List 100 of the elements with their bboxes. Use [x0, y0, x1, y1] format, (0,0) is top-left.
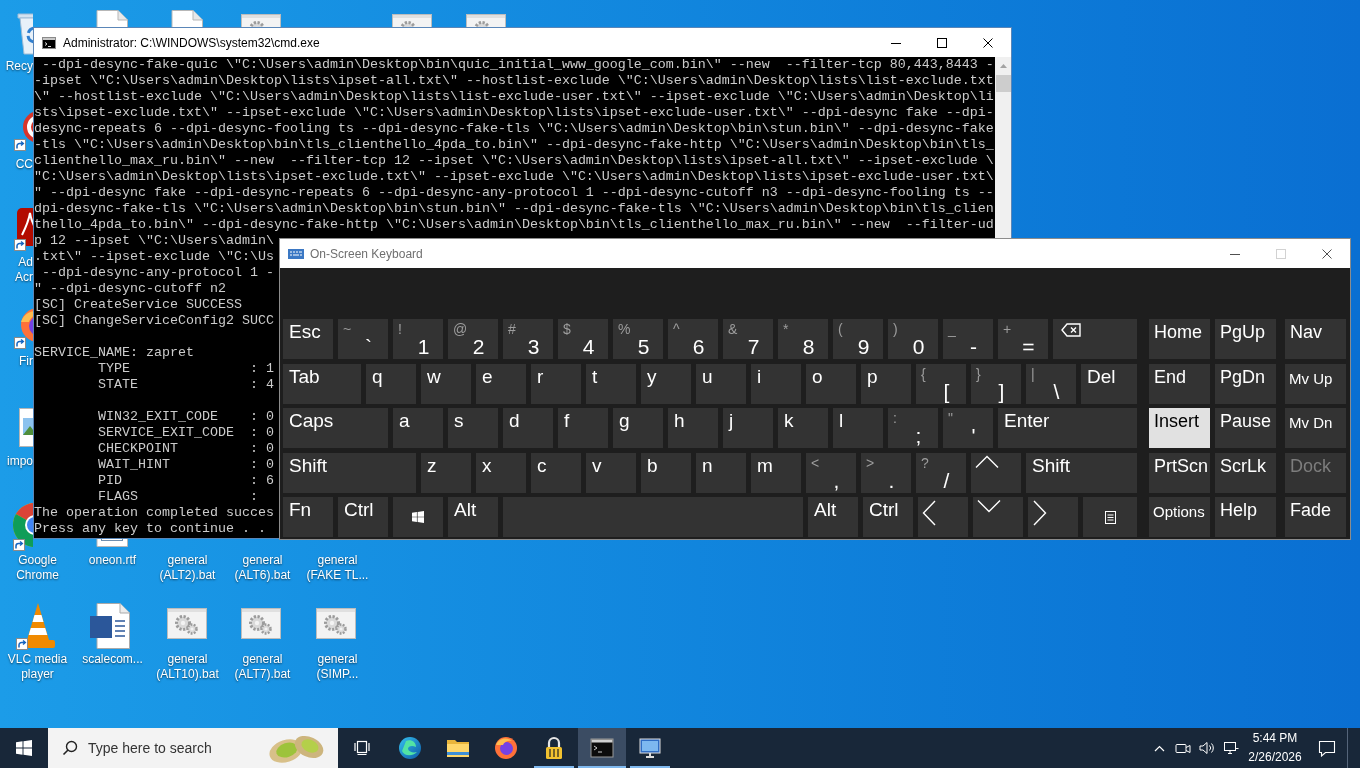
keyboard-key[interactable]: r: [531, 363, 581, 404]
keyboard-key[interactable]: b: [641, 452, 691, 493]
keyboard-key[interactable]: | \: [1026, 363, 1076, 404]
keyboard-key[interactable]: ) 0: [888, 319, 938, 359]
chevron-right-icon: [1033, 500, 1047, 526]
keyboard-key[interactable]: Nav: [1285, 319, 1346, 359]
keyboard-key[interactable]: Tab: [283, 363, 361, 404]
keyboard-key[interactable]: e: [476, 363, 526, 404]
keyboard-key[interactable]: + =: [998, 319, 1048, 359]
keyboard-key[interactable]: Home: [1149, 319, 1210, 359]
keyboard-key[interactable]: > .: [861, 452, 911, 493]
keyboard-key[interactable]: Options: [1149, 497, 1210, 537]
maximize-icon: [1276, 248, 1286, 259]
keyboard-key[interactable]: n: [696, 452, 746, 493]
keyboard-key[interactable]: i: [751, 363, 801, 404]
keyboard-key[interactable]: h: [668, 408, 718, 448]
search-field[interactable]: Type here to search: [88, 736, 253, 760]
keyboard-key[interactable]: u: [696, 363, 746, 404]
keyboard-key[interactable]: [971, 452, 1021, 493]
keyboard-key[interactable]: PrtScn: [1149, 452, 1210, 493]
keyboard-key[interactable]: Esc: [283, 319, 333, 359]
keyboard-key[interactable]: j: [723, 408, 773, 448]
document-icon[interactable]: [171, 10, 203, 27]
keyboard-key[interactable]: ^ 6: [668, 319, 718, 359]
keyboard-key[interactable]: f: [558, 408, 608, 448]
keyboard-key[interactable]: % 5: [613, 319, 663, 359]
keyboard-key[interactable]: [973, 497, 1023, 537]
keyboard-key[interactable]: [918, 497, 968, 537]
keyboard-key[interactable]: q: [366, 363, 416, 404]
close-icon: [1322, 248, 1332, 259]
keyboard-key[interactable]: Alt: [448, 497, 498, 537]
keyboard-key[interactable]: $ 4: [558, 319, 608, 359]
console-line: --dpi-desync-fake-quic \"C:\Users\admin\Desktop\bin\quic_initial_www_google_com.bin\" --new --filter-tcp 80,443,8443 -: [42, 57, 994, 72]
keyboard-key[interactable]: Fade: [1285, 497, 1346, 537]
keyboard-key[interactable]: Alt: [808, 497, 858, 537]
keyboard-key[interactable]: _ -: [943, 319, 993, 359]
console-line: STATE : 4: [98, 377, 274, 392]
keyboard-key[interactable]: End: [1149, 363, 1210, 404]
keyboard-key[interactable]: [1053, 319, 1137, 359]
keyboard-key[interactable]: : ;: [888, 408, 938, 448]
keyboard-key[interactable]: d: [503, 408, 553, 448]
keyboard-key[interactable]: " ': [943, 408, 993, 448]
keyboard-key[interactable]: [1083, 497, 1137, 537]
keyboard-key[interactable]: g: [613, 408, 663, 448]
keyboard-key[interactable]: [393, 497, 443, 537]
keyboard-key[interactable]: & 7: [723, 319, 773, 359]
keyboard-key[interactable]: ScrLk: [1215, 452, 1276, 493]
keyboard-key[interactable]: Enter: [998, 408, 1137, 448]
keyboard-key[interactable]: * 8: [778, 319, 828, 359]
search-box[interactable]: Type here to search: [48, 728, 338, 768]
keyboard-key[interactable]: Fn: [283, 497, 333, 537]
keyboard-key[interactable]: Shift: [1026, 452, 1137, 493]
globe-flame-icon: [494, 736, 518, 760]
keyboard-key[interactable]: l: [833, 408, 883, 448]
clock-button[interactable]: 5:44 PM 2/26/2026: [1243, 728, 1307, 768]
document-icon[interactable]: [88, 602, 132, 650]
keyboard-key[interactable]: z: [421, 452, 471, 493]
speaker-icon: [1199, 740, 1215, 756]
keyboard-key[interactable]: Insert: [1149, 408, 1210, 448]
keyboard-key[interactable]: Caps: [283, 408, 388, 448]
keyboard-key[interactable]: v: [586, 452, 636, 493]
keyboard-key[interactable]: ~ `: [338, 319, 388, 359]
keyboard-key[interactable]: # 3: [503, 319, 553, 359]
keyboard-key[interactable]: c: [531, 452, 581, 493]
keyboard-key[interactable]: ? /: [916, 452, 966, 493]
keyboard-key[interactable]: k: [778, 408, 828, 448]
keyboard-key[interactable]: t: [586, 363, 636, 404]
keyboard-key[interactable]: w: [421, 363, 471, 404]
keyboard-key[interactable]: Ctrl: [338, 497, 388, 537]
keyboard-key[interactable]: a: [393, 408, 443, 448]
keyboard-key[interactable]: Help: [1215, 497, 1276, 537]
keyboard-key[interactable]: s: [448, 408, 498, 448]
terminal-icon: [42, 36, 56, 49]
keyboard-key[interactable]: o: [806, 363, 856, 404]
keyboard-key[interactable]: < ,: [806, 452, 856, 493]
window-title: Administrator: C:\WINDOWS\system32\cmd.exe: [63, 34, 320, 52]
keyboard-key[interactable]: Pause: [1215, 408, 1276, 448]
keyboard-key[interactable]: ! 1: [393, 319, 443, 359]
keyboard-key[interactable]: Mv Dn: [1285, 408, 1346, 448]
keyboard-key[interactable]: Ctrl: [863, 497, 913, 537]
keyboard-key[interactable]: ( 9: [833, 319, 883, 359]
keyboard-key[interactable]: } ]: [971, 363, 1021, 404]
scrollbar-thumb[interactable]: [995, 75, 1011, 92]
task-view-icon: [354, 740, 370, 756]
keyboard-key[interactable]: x: [476, 452, 526, 493]
keyboard-key[interactable]: [1028, 497, 1078, 537]
document-icon[interactable]: [96, 539, 128, 547]
keyboard-key[interactable]: @ 2: [448, 319, 498, 359]
keyboard-key[interactable]: { [: [916, 363, 966, 404]
keyboard-key[interactable]: PgUp: [1215, 319, 1276, 359]
document-icon[interactable]: [96, 10, 128, 27]
keyboard-key[interactable]: Mv Up: [1285, 363, 1346, 404]
taskbar-button[interactable]: [578, 728, 626, 768]
keyboard-key[interactable]: Del: [1081, 363, 1137, 404]
keyboard-key[interactable]: PgDn: [1215, 363, 1276, 404]
keyboard-key[interactable]: m: [751, 452, 801, 493]
keyboard-key[interactable]: Shift: [283, 452, 416, 493]
image-file-icon[interactable]: [18, 405, 33, 450]
keyboard-key[interactable]: y: [641, 363, 691, 404]
keyboard-key[interactable]: p: [861, 363, 911, 404]
